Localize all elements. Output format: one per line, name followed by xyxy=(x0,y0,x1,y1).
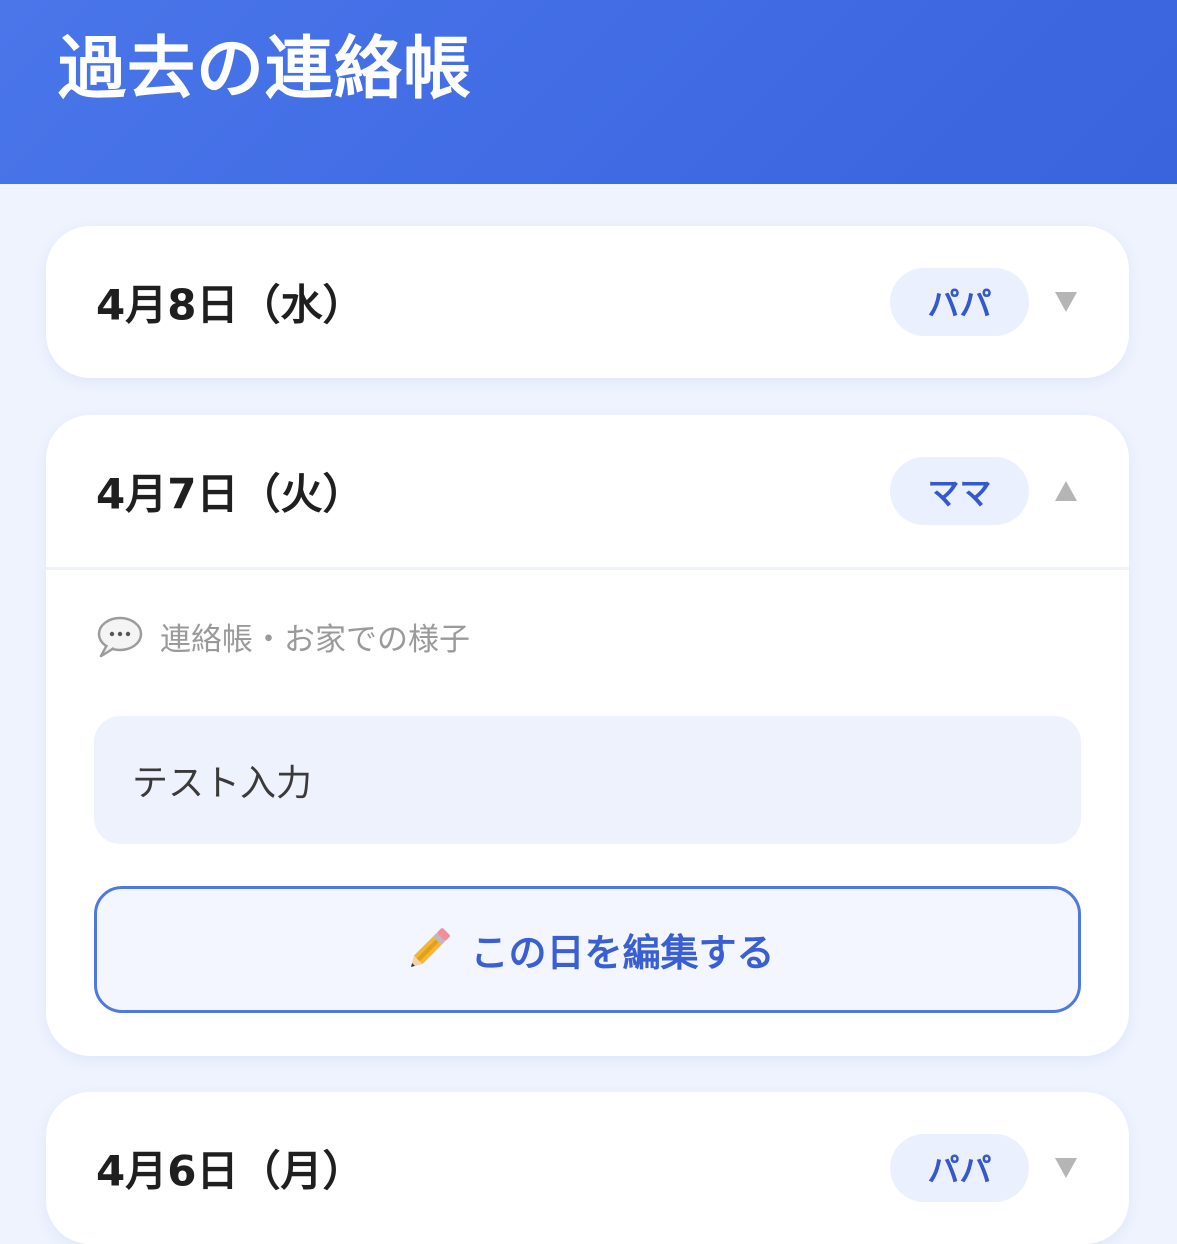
chevron-down-icon[interactable] xyxy=(1054,290,1078,314)
author-badge: パパ xyxy=(890,1134,1029,1202)
speech-bubble-icon xyxy=(97,616,143,657)
entry-header[interactable]: 4月7日（火） ママ xyxy=(46,415,1129,567)
chevron-up-icon[interactable] xyxy=(1054,479,1078,503)
entry-date: 4月8日（水） xyxy=(96,280,365,330)
entry-header[interactable]: 4月8日（水） パパ xyxy=(46,226,1129,378)
edit-day-button[interactable]: この日を編集する xyxy=(94,886,1081,1013)
edit-button-label: この日を編集する xyxy=(470,931,775,975)
app-header: 過去の連絡帳 xyxy=(0,0,1177,184)
diary-entry-card[interactable]: 4月8日（水） パパ xyxy=(46,226,1129,378)
author-badge: ママ xyxy=(890,457,1029,525)
page-title: 過去の連絡帳 xyxy=(58,30,473,109)
diary-entry-card[interactable]: 4月7日（火） ママ 連絡帳・お家での様子 テスト入力 この日を編集する xyxy=(46,415,1129,1056)
note-text: テスト入力 xyxy=(132,763,313,804)
note-box: テスト入力 xyxy=(94,716,1081,844)
section-label-text: 連絡帳・お家での様子 xyxy=(160,622,470,658)
diary-entry-card[interactable]: 4月6日（月） パパ xyxy=(46,1092,1129,1244)
entry-body: 連絡帳・お家での様子 テスト入力 この日を編集する xyxy=(46,570,1129,1054)
author-badge: パパ xyxy=(890,268,1029,336)
entry-header[interactable]: 4月6日（月） パパ xyxy=(46,1092,1129,1244)
pencil-icon xyxy=(411,927,451,967)
entry-date: 4月7日（火） xyxy=(96,469,365,519)
chevron-down-icon[interactable] xyxy=(1054,1156,1078,1180)
entry-date: 4月6日（月） xyxy=(96,1146,365,1196)
section-label: 連絡帳・お家での様子 xyxy=(96,614,470,659)
